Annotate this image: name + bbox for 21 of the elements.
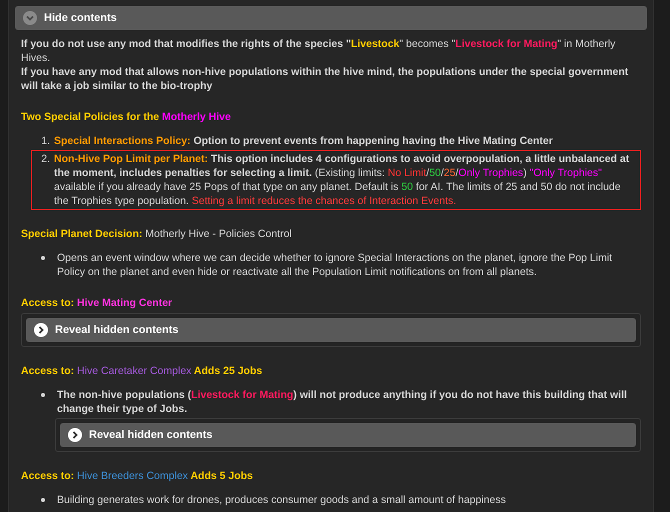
chevron-right-icon (34, 323, 48, 337)
bullet-icon (41, 393, 45, 397)
section-heading: Access to: Hive Breeders Complex Adds 5 Jobs (21, 469, 254, 483)
list-item: 1. Special Interactions Policy: Option to prevent events from happening having the Hive Mating Center (40, 134, 554, 149)
paragraph-text: If you have any mod that allows non-hive populations within the hive mind, the populations under the special government will take a job similar to the bio-trophy (21, 65, 630, 93)
bullet-icon (41, 256, 45, 260)
chevron-down-icon (23, 11, 37, 25)
chevron-right-icon (68, 428, 82, 442)
section-heading: Access to: Hive Caretaker Complex Adds 25 Jobs (21, 364, 264, 378)
spoiler-toggle[interactable]: Reveal hidden contents (26, 318, 636, 342)
spoiler-toggle[interactable]: Reveal hidden contents (60, 423, 636, 447)
list-item-text: Building generates work for drones, produces consumer goods and a small amount of happiness (57, 493, 507, 507)
section-heading: Two Special Policies for the Motherly Hive (21, 110, 232, 124)
highlighted-list-item: 2. Non-Hive Pop Limit per Planet: This option includes 4 configurations to avoid overpopulation, a little unbalanced at the moment, includes penalties for selecting a limit. (Existing limits: No Limit/50/25/Only Trophies) "Only Trophies" available if you already have 25 Pops of that type on any planet. Default is 50 for AI. The limits of 25 and 50 do not include the Trophies type population. Setting a limit reduces the chances of Interaction Events. (31, 150, 641, 210)
list-item-text: Opens an event window where we can decide whether to ignore Special Interactions on the planet, ignore the Pop Limit Policy on the planet and even hide or reactivate all the Population Limit notifications on from all planets. (57, 251, 614, 279)
spoiler-toggle[interactable]: Hide contents (15, 6, 647, 30)
bullet-icon (41, 498, 45, 502)
paragraph-text: If you do not use any mod that modifies the rights of the species "Livestock" becomes "Livestock for Mating" in Motherly Hives. (21, 37, 616, 65)
section-heading: Special Planet Decision: Motherly Hive - Policies Control (21, 227, 293, 241)
section-heading: Access to: Hive Mating Center (21, 296, 174, 310)
list-item-text: The non-hive populations (Livestock for Mating) will not produce anything if you do not have this building that will change their type of Jobs. (57, 388, 628, 416)
